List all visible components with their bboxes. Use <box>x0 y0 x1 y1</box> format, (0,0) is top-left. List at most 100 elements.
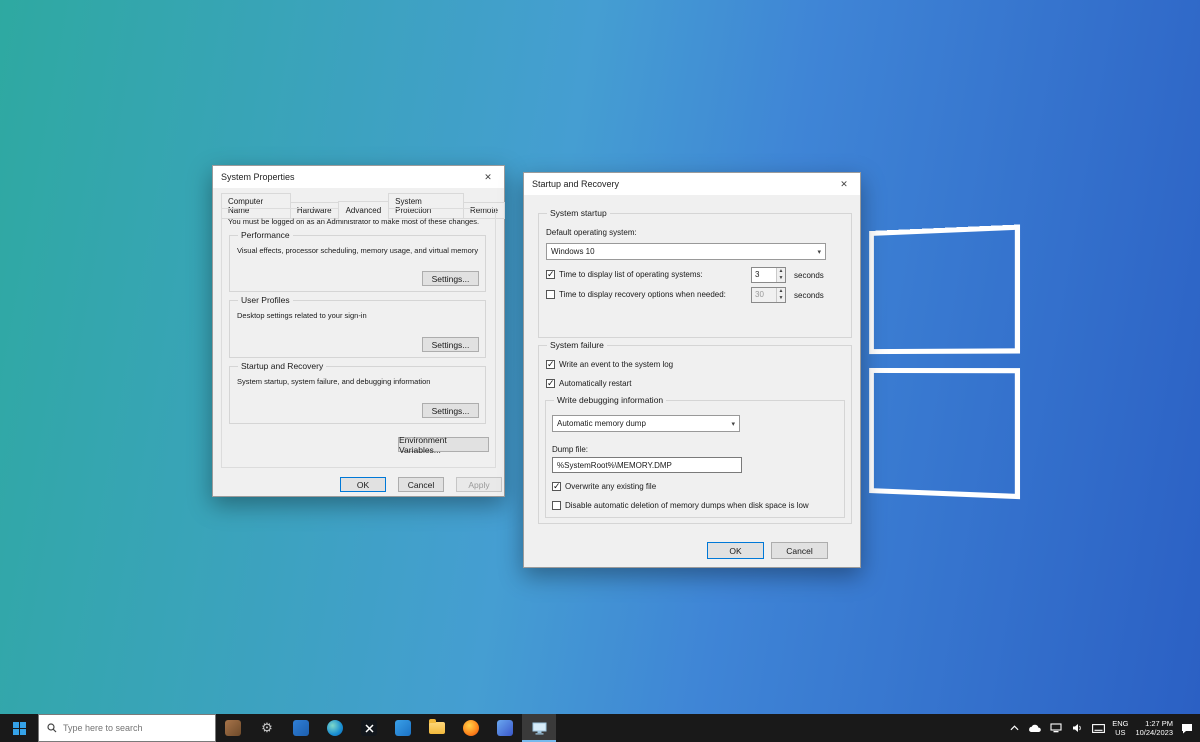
default-os-label: Default operating system: <box>546 228 637 237</box>
spinner-buttons[interactable]: ▲▼ <box>776 268 785 282</box>
checkbox-checked-icon <box>546 270 555 279</box>
search-input[interactable] <box>63 723 193 733</box>
onedrive-cloud-icon[interactable] <box>1028 721 1042 735</box>
overwrite-checkbox[interactable]: Overwrite any existing file <box>552 482 656 491</box>
user-profiles-settings-button[interactable]: Settings... <box>422 337 479 352</box>
checkbox-checked-icon <box>552 482 561 491</box>
write-event-checkbox[interactable]: Write an event to the system log <box>546 360 673 369</box>
chevron-down-icon: ▾ <box>731 420 735 428</box>
search-icon <box>47 723 57 733</box>
language-line2: US <box>1112 728 1128 737</box>
dialog-title: System Properties <box>221 172 295 182</box>
display-list-checkbox[interactable]: Time to display list of operating system… <box>546 270 703 279</box>
debug-type-select[interactable]: Automatic memory dump ▾ <box>552 415 740 432</box>
app-icon-blue[interactable] <box>284 714 318 742</box>
photos-icon[interactable] <box>488 714 522 742</box>
recovery-options-value: 30 <box>752 288 776 302</box>
language-line1: ENG <box>1112 719 1128 728</box>
default-os-select[interactable]: Windows 10 ▾ <box>546 243 826 260</box>
display-list-label: Time to display list of operating system… <box>559 270 703 279</box>
settings-gear-icon[interactable]: ⚙ <box>250 714 284 742</box>
close-icon[interactable]: ✕ <box>480 172 496 183</box>
firefox-icon[interactable] <box>454 714 488 742</box>
touch-keyboard-icon[interactable] <box>1091 721 1105 735</box>
network-icon[interactable] <box>1049 721 1063 735</box>
close-icon[interactable]: ✕ <box>836 179 852 190</box>
checkbox-unchecked-icon <box>552 501 561 510</box>
taskbar-search[interactable] <box>38 714 216 742</box>
performance-legend: Performance <box>238 230 293 240</box>
taskbar-clock[interactable]: 1:27 PM 10/24/2023 <box>1135 719 1173 738</box>
system-startup-group: System startup Default operating system:… <box>538 213 852 338</box>
chevron-down-icon: ▾ <box>817 248 821 256</box>
action-center-icon[interactable] <box>1180 721 1194 735</box>
dump-file-label: Dump file: <box>552 445 588 454</box>
recovery-options-spinner[interactable]: 30 ▲▼ <box>751 287 786 303</box>
spinner-up-icon[interactable]: ▲ <box>777 268 785 275</box>
system-failure-group: System failure Write an event to the sys… <box>538 345 852 524</box>
volume-icon[interactable] <box>1070 721 1084 735</box>
performance-settings-button[interactable]: Settings... <box>422 271 479 286</box>
overwrite-label: Overwrite any existing file <box>565 482 656 491</box>
startup-recovery-titlebar[interactable]: Startup and Recovery ✕ <box>524 173 860 195</box>
system-failure-legend: System failure <box>547 340 607 350</box>
windows-logo-pane <box>869 224 1020 354</box>
disable-deletion-label: Disable automatic deletion of memory dum… <box>565 501 809 510</box>
windows-start-icon <box>13 722 26 735</box>
spinner-buttons[interactable]: ▲▼ <box>776 288 785 302</box>
system-properties-titlebar[interactable]: System Properties ✕ <box>213 166 504 188</box>
environment-variables-button[interactable]: Environment Variables... <box>398 437 489 452</box>
dialog-title: Startup and Recovery <box>532 179 619 189</box>
startup-and-recovery-dialog: Startup and Recovery ✕ System startup De… <box>523 172 861 568</box>
dump-file-input[interactable] <box>552 457 742 473</box>
recovery-options-checkbox[interactable]: Time to display recovery options when ne… <box>546 290 726 299</box>
system-properties-dialog: System Properties ✕ Computer Name Hardwa… <box>212 165 505 497</box>
user-profiles-description: Desktop settings related to your sign-in <box>237 311 481 320</box>
spinner-up-icon[interactable]: ▲ <box>777 288 785 295</box>
advanced-tab-panel: You must be logged on as an Administrato… <box>221 208 496 468</box>
display-list-unit: seconds <box>794 271 824 280</box>
spinner-down-icon[interactable]: ▼ <box>777 295 785 302</box>
horse-image-icon[interactable] <box>216 714 250 742</box>
edge-icon[interactable] <box>318 714 352 742</box>
performance-description: Visual effects, processor scheduling, me… <box>237 246 481 255</box>
system-properties-taskbar-button[interactable] <box>522 714 556 742</box>
cancel-button[interactable]: Cancel <box>398 477 444 492</box>
startup-recovery-description: System startup, system failure, and debu… <box>237 377 481 386</box>
x-app-icon[interactable] <box>352 714 386 742</box>
debug-type-value: Automatic memory dump <box>557 419 646 428</box>
file-explorer-icon[interactable] <box>420 714 454 742</box>
recovery-options-unit: seconds <box>794 291 824 300</box>
horse-thumbnail <box>225 720 241 736</box>
screen: System Properties ✕ Computer Name Hardwa… <box>0 0 1200 742</box>
auto-restart-label: Automatically restart <box>559 379 631 388</box>
default-os-value: Windows 10 <box>551 247 595 256</box>
spinner-down-icon[interactable]: ▼ <box>777 275 785 282</box>
ok-button[interactable]: OK <box>707 542 764 559</box>
disable-deletion-checkbox[interactable]: Disable automatic deletion of memory dum… <box>552 501 809 510</box>
write-debugging-legend: Write debugging information <box>554 395 666 405</box>
checkbox-unchecked-icon <box>546 290 555 299</box>
apply-button[interactable]: Apply <box>456 477 502 492</box>
checkbox-checked-icon <box>546 379 555 388</box>
user-profiles-legend: User Profiles <box>238 295 293 305</box>
startup-recovery-settings-button[interactable]: Settings... <box>422 403 479 418</box>
recovery-options-label: Time to display recovery options when ne… <box>559 290 726 299</box>
system-tray: ENG US 1:27 PM 10/24/2023 <box>1007 719 1200 738</box>
chevron-up-icon[interactable] <box>1007 721 1021 735</box>
folder-shape <box>429 722 445 734</box>
display-list-spinner[interactable]: 3 ▲▼ <box>751 267 786 283</box>
clock-time: 1:27 PM <box>1135 719 1173 728</box>
computer-icon <box>532 722 547 735</box>
vscode-icon[interactable] <box>386 714 420 742</box>
user-profiles-group: User Profiles Desktop settings related t… <box>229 300 486 358</box>
start-button[interactable] <box>0 714 38 742</box>
cancel-button[interactable]: Cancel <box>771 542 828 559</box>
startup-recovery-group: Startup and Recovery System startup, sys… <box>229 366 486 424</box>
auto-restart-checkbox[interactable]: Automatically restart <box>546 379 631 388</box>
clock-date: 10/24/2023 <box>1135 728 1173 737</box>
tab-advanced[interactable]: Advanced <box>338 201 390 220</box>
language-indicator[interactable]: ENG US <box>1112 719 1128 738</box>
display-list-value: 3 <box>752 268 776 282</box>
ok-button[interactable]: OK <box>340 477 386 492</box>
